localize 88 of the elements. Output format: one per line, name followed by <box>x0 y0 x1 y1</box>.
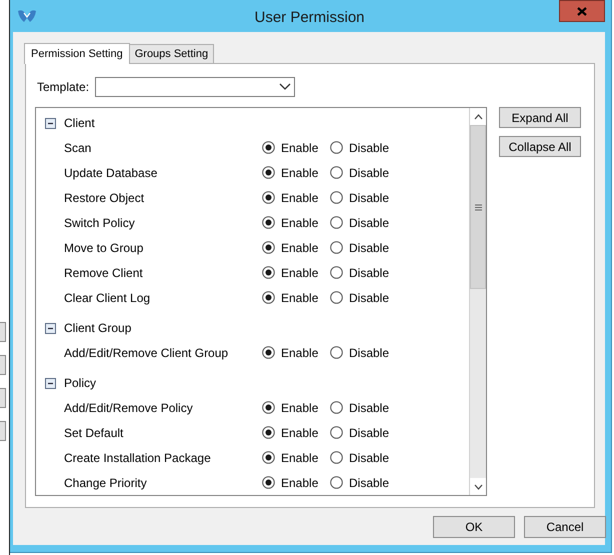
radio-button[interactable] <box>262 451 275 464</box>
radio-button[interactable] <box>330 476 343 489</box>
radio-label: Enable <box>281 240 318 254</box>
permission-label: Update Database <box>64 166 158 180</box>
radio-button[interactable] <box>330 241 343 254</box>
radio-button[interactable] <box>262 476 275 489</box>
radio-button[interactable] <box>330 451 343 464</box>
background-button[interactable] <box>0 322 6 342</box>
radio-label: Disable <box>349 166 390 180</box>
background-button[interactable] <box>0 388 6 408</box>
radio-label: Disable <box>349 216 390 230</box>
radio-label: Enable <box>281 290 318 304</box>
radio-button[interactable] <box>262 216 275 229</box>
template-dropdown[interactable] <box>95 77 296 97</box>
radio-label: Disable <box>349 476 390 490</box>
scrollbar[interactable] <box>469 108 486 495</box>
permission-label: Clear Client Log <box>64 290 152 304</box>
dialog-button[interactable]: OK <box>433 516 515 538</box>
permission-label: Switch Policy <box>64 216 136 230</box>
permission-label: Change Priority <box>64 476 148 490</box>
side-button[interactable]: Expand All <box>499 107 581 128</box>
permission-label: Restore Object <box>64 190 146 204</box>
permission-label: Scan <box>64 140 92 154</box>
permission-label: Remove Client <box>64 266 144 280</box>
radio-button[interactable] <box>330 426 343 439</box>
radio-label: Disable <box>349 240 390 254</box>
radio-button[interactable] <box>262 191 275 204</box>
group-label: Client <box>64 116 95 130</box>
radio-label: Enable <box>281 426 318 440</box>
radio-button[interactable] <box>262 266 275 279</box>
radio-label: Enable <box>281 476 318 490</box>
scroll-up-icon[interactable] <box>474 114 482 120</box>
radio-button[interactable] <box>330 191 343 204</box>
radio-label: Enable <box>281 140 318 154</box>
radio-button[interactable] <box>262 241 275 254</box>
permission-label: Set Default <box>64 426 124 440</box>
caret-icon <box>279 83 292 91</box>
radio-label: Enable <box>281 166 318 180</box>
scroll-thumb[interactable] <box>470 125 486 289</box>
radio-button[interactable] <box>262 141 275 154</box>
group-label: Policy <box>64 376 96 390</box>
collapse-icon[interactable] <box>45 118 56 128</box>
radio-label: Disable <box>349 190 390 204</box>
radio-button[interactable] <box>330 216 343 229</box>
radio-label: Disable <box>349 450 390 464</box>
radio-label: Disable <box>349 140 390 154</box>
tab[interactable]: Groups Setting <box>128 44 214 63</box>
radio-button[interactable] <box>262 346 275 359</box>
radio-label: Disable <box>349 426 390 440</box>
group-label: Client Group <box>64 321 132 335</box>
radio-button[interactable] <box>262 166 275 179</box>
window-title: User Permission <box>253 8 366 26</box>
radio-label: Disable <box>349 346 390 360</box>
radio-button[interactable] <box>262 401 275 414</box>
radio-label: Enable <box>281 266 318 280</box>
radio-button[interactable] <box>262 291 275 304</box>
side-button[interactable]: Collapse All <box>499 136 581 157</box>
close-icon[interactable] <box>577 6 587 16</box>
dialog-button[interactable]: Cancel <box>524 516 606 538</box>
permission-label: Move to Group <box>64 240 144 254</box>
radio-label: Enable <box>281 216 318 230</box>
collapse-icon[interactable] <box>45 322 56 334</box>
radio-button[interactable] <box>330 266 343 279</box>
radio-label: Disable <box>349 266 390 280</box>
scroll-down-icon[interactable] <box>474 484 482 490</box>
radio-button[interactable] <box>330 401 343 414</box>
radio-button[interactable] <box>330 166 343 179</box>
close-button[interactable] <box>559 0 605 22</box>
radio-label: Disable <box>349 400 390 414</box>
radio-label: Disable <box>349 290 390 304</box>
radio-button[interactable] <box>262 426 275 439</box>
background-button[interactable] <box>0 421 6 441</box>
background-button[interactable] <box>0 355 6 375</box>
radio-label: Enable <box>281 346 318 360</box>
radio-button[interactable] <box>330 291 343 304</box>
collapse-icon[interactable] <box>45 378 56 388</box>
radio-label: Enable <box>281 450 318 464</box>
radio-label: Enable <box>281 190 318 204</box>
permission-label: Add/Edit/Remove Client Group <box>64 346 230 360</box>
radio-button[interactable] <box>330 141 343 154</box>
permission-label: Create Installation Package <box>64 450 212 464</box>
app-logo-icon <box>16 8 38 24</box>
field-label: Template: <box>37 80 90 94</box>
radio-button[interactable] <box>330 346 343 359</box>
permission-label: Add/Edit/Remove Policy <box>64 400 194 414</box>
grip-icon <box>474 204 482 210</box>
radio-label: Enable <box>281 400 318 414</box>
tab[interactable]: Permission Setting <box>24 43 130 64</box>
